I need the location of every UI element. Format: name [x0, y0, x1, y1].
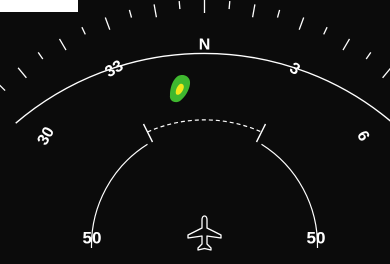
radar-screen: 30 33 N 3 6 50 50 [0, 0, 390, 264]
range-label-left: 50 [83, 228, 102, 247]
screen-background [0, 0, 390, 264]
weather-radar-display: 30 33 N 3 6 50 50 [0, 0, 390, 264]
compass-minor-tick [228, 1, 231, 10]
compass-minor-tick [178, 1, 181, 10]
mode-tab[interactable] [0, 0, 78, 12]
range-label-right: 50 [307, 228, 326, 247]
heading-label-n: N [199, 37, 211, 54]
